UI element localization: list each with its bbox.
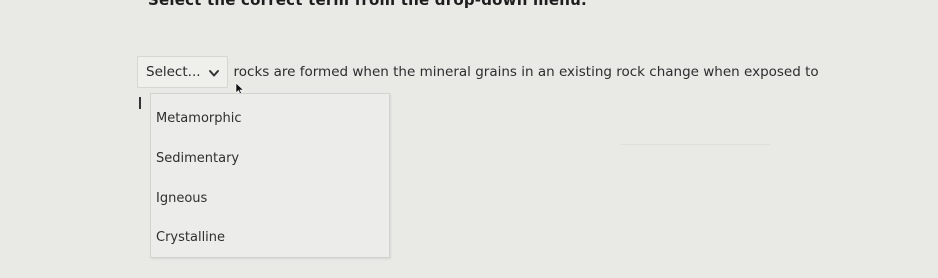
instruction-text: Select the correct term from the drop-do… [148,0,587,9]
term-select[interactable]: Select... [137,56,228,88]
divider-line [620,144,770,145]
question-text: rocks are formed when the mineral grains… [233,64,819,80]
option-metamorphic[interactable]: Metamorphic [156,111,242,126]
option-igneous[interactable]: Igneous [156,191,207,206]
select-placeholder: Select... [146,64,201,80]
option-sedimentary[interactable]: Sedimentary [156,151,239,166]
chevron-down-icon [207,65,221,79]
text-caret [139,97,141,109]
option-crystalline[interactable]: Crystalline [156,230,225,245]
dropdown-menu: Metamorphic Sedimentary Igneous Crystall… [150,93,390,258]
